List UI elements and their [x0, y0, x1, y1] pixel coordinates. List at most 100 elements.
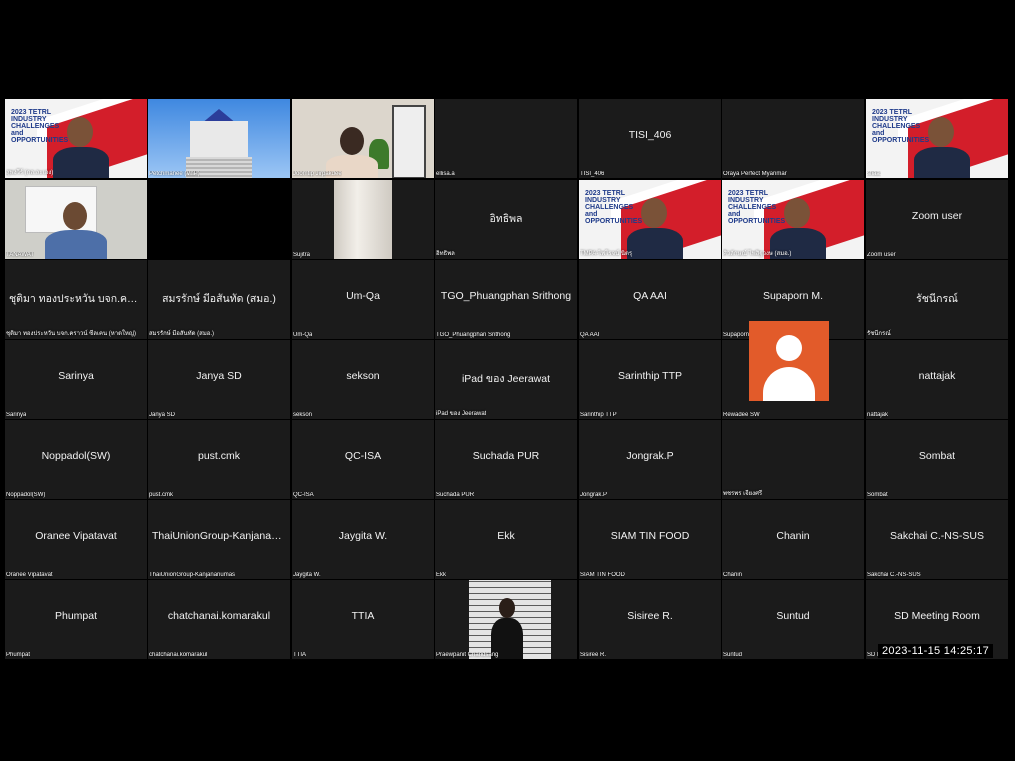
participant-tile[interactable]: pust.cmk pust.cmk — [148, 420, 290, 499]
participant-name: Chanin — [776, 530, 810, 542]
participant-label: รัชนีกรณ์ — [867, 331, 891, 337]
participant-name: Janya SD — [196, 370, 242, 382]
participant-label: TISI_406 — [580, 171, 605, 177]
participant-label: ThaiUnionGroup-Kanjananumas — [149, 572, 236, 578]
participant-tile[interactable]: Noppadol(SW) Noppadol(SW) — [5, 420, 147, 499]
participant-tile[interactable] — [148, 180, 290, 259]
participant-tile[interactable]: Sombat Sombat — [866, 420, 1008, 499]
participant-name: Sombat — [918, 450, 956, 462]
participant-name: Suntud — [776, 610, 810, 622]
participant-name: อิทธิพล — [489, 213, 523, 225]
timestamp-overlay: 2023-11-15 14:25:17 — [878, 644, 994, 658]
participant-tile[interactable]: QA AAI QA AAI — [579, 260, 721, 339]
participant-label: Um-Qa — [293, 332, 313, 338]
participant-tile[interactable]: 2023 TETRL INDUSTRY CHALLENGES and OPPOR… — [579, 180, 721, 259]
participant-tile[interactable]: สมรรักษ์ มีอสันทัด (สมอ.) สมรรักษ์ มีอสัน… — [148, 260, 290, 339]
participant-tile[interactable]: อิทธิพล อิทธิพล — [435, 180, 577, 259]
slide-title: 2023 TETRL INDUSTRY CHALLENGES and OPPOR… — [728, 190, 786, 225]
participant-label: อิทธิพล — [436, 251, 455, 257]
participant-tile[interactable]: Suchada PUR Suchada PUR — [435, 420, 577, 499]
participant-tile[interactable]: Praewpanit Chandsang — [435, 580, 577, 659]
participant-label: iPad ของ Jeerawat — [436, 411, 487, 417]
participant-name: Zoom user — [911, 210, 963, 222]
participant-tile[interactable]: QC-ISA QC-ISA — [292, 420, 434, 499]
participant-label: พชรพร เจียงศรี — [723, 491, 763, 497]
participant-label: Chanin — [723, 572, 743, 578]
participant-tile[interactable]: sekson sekson — [292, 340, 434, 419]
participant-label: ศิวลักษณ์ ไพสิฐวงษ (สมอ.) — [723, 251, 792, 257]
participant-tile[interactable]: Sisiree R. Sisiree R. — [579, 580, 721, 659]
participant-label: Sombat — [867, 492, 888, 498]
participant-label: TTIA — [293, 652, 306, 658]
participant-label: Ekk — [436, 572, 447, 578]
participant-tile[interactable]: 2023 TETRL INDUSTRY CHALLENGES and OPPOR… — [5, 99, 147, 178]
participant-name: QC-ISA — [344, 450, 382, 462]
participant-name: ชุติมา ทองประหวัน บจก.คราวน์... — [9, 293, 147, 305]
participant-tile[interactable]: iPad ของ Jeerawat iPad ของ Jeerawat — [435, 340, 577, 419]
participant-tile[interactable]: nattajak nattajak — [866, 340, 1008, 419]
participant-name: TGO_Phuangphan Srithong — [440, 290, 572, 302]
participant-tile[interactable]: ellisa.a — [435, 99, 577, 178]
participant-label: Jongrak.P — [580, 492, 608, 498]
participant-tile[interactable]: chatchanai.komarakul chatchanai.komarakul — [148, 580, 290, 659]
participant-tile[interactable]: Joomtip Jirpakdee — [292, 99, 434, 178]
participant-label: Noppadol(SW) — [6, 492, 46, 498]
participant-tile[interactable]: Oraya Perfect Myanmar — [722, 99, 864, 178]
participant-label: ชุติมา ทองประหวัน บจก.คราวน์ ซีลเคน (หาด… — [6, 331, 136, 337]
participant-label: TMPA-ไพโรจน์ นิตรุ — [580, 251, 633, 257]
participant-tile[interactable]: Jaygita W. Jaygita W. — [292, 500, 434, 579]
participant-tile[interactable]: 2023 TETRL INDUSTRY CHALLENGES and OPPOR… — [722, 180, 864, 259]
avatar — [749, 321, 829, 401]
participant-tile[interactable]: Jongrak.P Jongrak.P — [579, 420, 721, 499]
participant-tile[interactable]: Suntud Suntud — [722, 580, 864, 659]
participant-tile[interactable]: 2023 TETRL INDUSTRY CHALLENGES and OPPOR… — [866, 99, 1008, 178]
participant-label: Jaygita W. — [293, 572, 321, 578]
participant-name: nattajak — [918, 370, 956, 382]
participant-label: Janya SD — [149, 412, 176, 418]
meeting-gallery-grid: 2023 TETRL INDUSTRY CHALLENGES and OPPOR… — [5, 99, 1010, 661]
participant-tile[interactable]: รัชนีกรณ์ รัชนีกรณ์ — [866, 260, 1008, 339]
participant-tile[interactable]: TISI_406 TISI_406 — [579, 99, 721, 178]
participant-tile[interactable]: TGO_Phuangphan Srithong TGO_Phuangphan Sr… — [435, 260, 577, 339]
participant-tile[interactable]: Sarinthip TTP Sarinthip TTP — [579, 340, 721, 419]
participant-name: Jaygita W. — [338, 530, 388, 542]
participant-tile[interactable]: SIAM TIN FOOD SIAM TIN FOOD — [579, 500, 721, 579]
participant-tile[interactable]: Ekk Ekk — [435, 500, 577, 579]
participant-name: ThaiUnionGroup-Kanjananu... — [152, 530, 290, 542]
participant-tile[interactable]: Petchmanee (VnP) — [148, 99, 290, 178]
participant-tile[interactable]: TANAWAT — [5, 180, 147, 259]
participant-tile[interactable]: Sarinya Sarinya — [5, 340, 147, 419]
participant-name: TISI_406 — [628, 129, 672, 141]
person-avatar-icon — [776, 335, 802, 361]
participant-name: Noppadol(SW) — [41, 450, 111, 462]
participant-tile[interactable]: Um-Qa Um-Qa — [292, 260, 434, 339]
participant-name: Sarinya — [58, 370, 94, 382]
participant-label: QA AAI — [580, 332, 600, 338]
participant-tile[interactable]: Zoom user Zoom user — [866, 180, 1008, 259]
participant-name: SD Meeting Room — [894, 610, 980, 622]
participant-name: Oranee Vipatavat — [35, 530, 117, 542]
participant-tile[interactable]: Phumpat Phumpat — [5, 580, 147, 659]
participant-label: ellisa.a — [436, 171, 455, 177]
participant-tile[interactable]: TTIA TTIA — [292, 580, 434, 659]
participant-label: Suchada PUR — [436, 492, 475, 498]
participant-label: SIAM TIN FOOD — [580, 572, 625, 578]
participant-tile[interactable]: Janya SD Janya SD — [148, 340, 290, 419]
participant-label: Sujitra — [293, 252, 311, 258]
participant-name: TTIA — [351, 610, 375, 622]
participant-name: QA AAI — [633, 290, 667, 302]
participant-tile[interactable]: Chanin Chanin — [722, 500, 864, 579]
participant-label: สมรรักษ์ มีอสันทัด (สมอ.) — [149, 331, 215, 337]
participant-tile[interactable]: Sakchai C.-NS-SUS Sakchai C.-NS-SUS — [866, 500, 1008, 579]
participant-label: Rewadee SW — [723, 412, 760, 418]
participant-name: Phumpat — [54, 610, 98, 622]
participant-label: Sarinthip TTP — [580, 412, 617, 418]
participant-tile[interactable]: ThaiUnionGroup-Kanjananu... ThaiUnionGrou… — [148, 500, 290, 579]
participant-tile[interactable]: ชุติมา ทองประหวัน บจก.คราวน์... ชุติมา ทอ… — [5, 260, 147, 339]
slide-title: 2023 TETRL INDUSTRY CHALLENGES and OPPOR… — [872, 109, 930, 144]
participant-tile[interactable]: พชรพร เจียงศรี — [722, 420, 864, 499]
participant-tile[interactable]: Sujitra — [292, 180, 434, 259]
participant-label: sfiaa. — [867, 171, 882, 177]
participant-tile[interactable]: Oranee Vipatavat Oranee Vipatavat — [5, 500, 147, 579]
participant-name: iPad ของ Jeerawat — [461, 373, 551, 385]
